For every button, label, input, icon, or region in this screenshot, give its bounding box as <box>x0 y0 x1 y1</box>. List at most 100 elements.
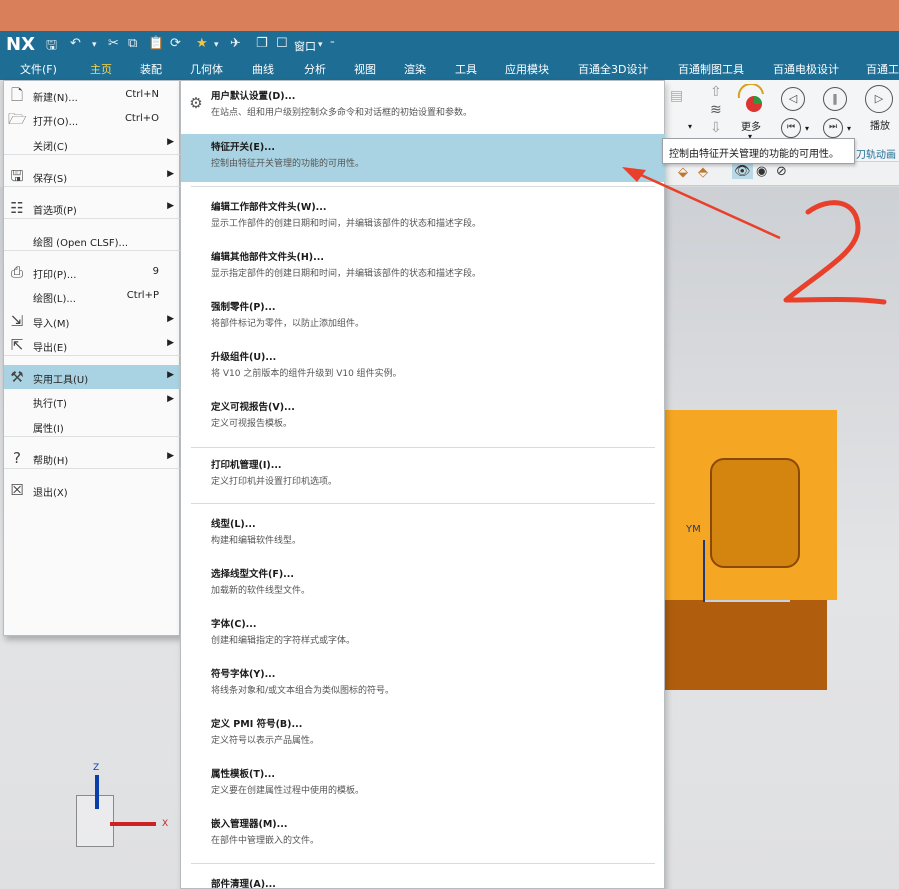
submenu-item[interactable]: 定义可视报告(V)... 定义可视报告模板。 <box>181 394 665 442</box>
submenu-arrow-icon: ▶ <box>167 201 174 211</box>
move-up-icon[interactable]: ⇧ <box>710 84 722 100</box>
customize-toolbar-icon[interactable]: ⁼ <box>330 40 335 50</box>
box-shaded-icon[interactable]: ⬘ <box>698 165 708 180</box>
file-menu-item[interactable]: ⇱ 导出(E) ▶ <box>4 333 180 357</box>
file-menu-item-label: 绘图 (Open CLSF)... <box>33 238 129 249</box>
submenu-arrow-icon: ▶ <box>167 137 174 147</box>
tab-tools[interactable]: 工具 <box>455 61 477 77</box>
submenu-item[interactable]: 符号字体(Y)... 将线条对象和/或文本组合为类似图标的符号。 <box>181 661 665 709</box>
submenu-item[interactable]: 属性模板(T)... 定义要在创建属性过程中使用的模板。 <box>181 761 665 809</box>
pause-icon[interactable]: ‖ <box>823 87 847 111</box>
chevron-down-icon[interactable]: ▾ <box>318 40 323 50</box>
part-axis-y <box>703 540 705 602</box>
window-switch-icon[interactable]: ❐ <box>256 36 268 51</box>
file-menu-item[interactable]: 🖫 保存(S) ▶ <box>4 164 180 188</box>
toolpath-animation-label[interactable]: 刀轨动画 <box>856 146 896 161</box>
submenu-item[interactable]: 定义 PMI 符号(B)... 定义符号以表示产品属性。 <box>181 711 665 759</box>
paste-icon[interactable]: 📋 <box>148 36 164 51</box>
submenu-arrow-icon: ▶ <box>167 394 174 404</box>
submenu-item-title: 部件清理(A)... <box>211 879 276 889</box>
chevron-down-icon[interactable]: ▾ <box>805 124 809 133</box>
chevron-down-icon[interactable]: ▾ <box>688 122 692 131</box>
file-menu-item[interactable]: ⇲ 导入(M) ▶ <box>4 309 180 333</box>
file-menu-item[interactable]: 🗁 打开(O)... Ctrl+O <box>4 107 180 131</box>
part-front-face[interactable] <box>655 600 827 690</box>
chevron-down-icon[interactable]: ▾ <box>847 124 851 133</box>
triad-z-axis <box>95 775 99 809</box>
file-menu-item[interactable]: ☷ 首选项(P) ▶ <box>4 196 180 220</box>
tab-assembly[interactable]: 装配 <box>140 61 162 77</box>
chevron-down-icon[interactable]: ▾ <box>214 40 219 50</box>
cut-icon[interactable]: ✂ <box>108 36 119 51</box>
submenu-item[interactable]: 编辑工作部件文件头(W)... 显示工作部件的创建日期和时间，并编辑该部件的状态和… <box>181 194 665 242</box>
play-label[interactable]: 播放 <box>870 117 890 132</box>
tab-view[interactable]: 视图 <box>354 61 376 77</box>
submenu-item-description: 定义打印机并设置打印机选项。 <box>211 477 338 487</box>
file-menu-item[interactable]: ☒ 退出(X) <box>4 478 180 502</box>
move-down-icon[interactable]: ⇩ <box>710 120 722 136</box>
submenu-item[interactable]: 强制零件(P)... 将部件标记为零件，以防止添加组件。 <box>181 294 665 342</box>
submenu-item[interactable]: 部件清理(A)... <box>181 871 665 889</box>
tab-render[interactable]: 渲染 <box>404 61 426 77</box>
play-icon[interactable]: ▷ <box>865 85 893 113</box>
submenu-arrow-icon: ▶ <box>167 314 174 324</box>
step-back-icon[interactable]: ⏮ <box>781 118 801 138</box>
submenu-item-title: 定义可视报告(V)... <box>211 402 295 413</box>
submenu-item[interactable]: 字体(C)... 创建和编辑指定的字符样式或字体。 <box>181 611 665 659</box>
tab-home[interactable]: 主页 <box>86 61 116 82</box>
tab-file[interactable]: 文件(F) <box>20 61 57 77</box>
file-menu-item[interactable]: ? 帮助(H) ▶ <box>4 446 180 470</box>
touch-mode-icon[interactable]: ✈ <box>230 36 241 51</box>
tab-applications[interactable]: 应用模块 <box>505 61 549 77</box>
save-icon[interactable]: 🖫 <box>46 36 57 58</box>
view-toggle-icon[interactable]: ◉ <box>756 164 767 179</box>
rewind-icon[interactable]: ◁ <box>781 87 805 111</box>
hide-icon[interactable]: ⊘ <box>776 164 787 179</box>
ribbon-tool-icon[interactable]: ▤ <box>670 88 683 104</box>
file-menu-item[interactable]: 🗋 新建(N)... Ctrl+N <box>4 83 180 107</box>
repeat-icon[interactable]: ⟳ <box>170 36 181 51</box>
file-menu-item[interactable]: 绘图 (Open CLSF)... <box>4 228 180 252</box>
file-menu-item[interactable]: 绘图(L)... Ctrl+P <box>4 284 180 308</box>
part-pocket[interactable] <box>710 458 800 568</box>
file-menu-item[interactable]: 属性(I) <box>4 414 180 438</box>
file-menu-item[interactable]: ⎙ 打印(P)... 9 <box>4 260 180 284</box>
submenu-item[interactable]: ⚙ 用户默认设置(D)... 在站点、组和用户级别控制众多命令和对话框的初始设置和参… <box>181 83 665 131</box>
step-forward-icon[interactable]: ⏭ <box>823 118 843 138</box>
submenu-item[interactable]: 编辑其他部件文件头(H)... 显示指定部件的创建日期和时间，并编辑该部件的状态和… <box>181 244 665 292</box>
submenu-item[interactable]: 选择线型文件(F)... 加载新的软件线型文件。 <box>181 561 665 609</box>
more-label[interactable]: 更多 <box>741 118 761 133</box>
undo-icon[interactable]: ↶ <box>70 36 81 51</box>
layers-icon[interactable]: ≋ <box>710 102 722 118</box>
file-menu-item[interactable]: 执行(T) ▶ <box>4 389 180 413</box>
file-menu-item[interactable]: ⚒ 实用工具(U) ▶ <box>4 365 180 389</box>
star-icon[interactable]: ★ <box>196 36 208 51</box>
submenu-item[interactable]: 线型(L)... 构建和编辑软件线型。 <box>181 511 665 559</box>
file-menu-item-label: 实用工具(U) <box>33 375 89 386</box>
submenu-item[interactable]: 升级组件(U)... 将 V10 之前版本的组件升级到 V10 组件实例。 <box>181 344 665 392</box>
title-bar: NX 🖫 ↶ ▾ ✂ ⧉ 📋 ⟳ ★ ▾ ✈ ❐ ☐ 窗口 ▾ ⁼ <box>0 31 899 58</box>
submenu-item[interactable]: 打印机管理(I)... 定义打印机并设置打印机选项。 <box>181 452 665 500</box>
more-gallery-icon[interactable] <box>736 84 766 114</box>
tab-analysis[interactable]: 分析 <box>304 61 326 77</box>
view-triad: Z X <box>76 763 176 850</box>
copy-icon[interactable]: ⧉ <box>128 36 137 51</box>
chevron-down-icon[interactable]: ▾ <box>92 40 97 50</box>
submenu-item[interactable]: 嵌入管理器(M)... 在部件中管理嵌入的文件。 <box>181 811 665 859</box>
box-view-icon[interactable]: ⬙ <box>678 165 688 180</box>
tab-baitong-3d[interactable]: 百通全3D设计 <box>578 61 648 77</box>
tab-curve[interactable]: 曲线 <box>252 61 274 77</box>
tab-baitong-tools[interactable]: 百通工 <box>866 61 899 77</box>
submenu-item-description: 创建和编辑指定的字符样式或字体。 <box>211 636 356 646</box>
help-icon: ? <box>13 449 21 467</box>
window-menu[interactable]: 窗口 <box>294 38 316 54</box>
window-icon[interactable]: ☐ <box>276 36 288 51</box>
tab-baitong-drafting[interactable]: 百通制图工具 <box>678 61 744 77</box>
file-menu-item[interactable]: 关闭(C) ▶ <box>4 132 180 156</box>
submenu-item[interactable]: 特征开关(E)... 控制由特征开关管理的功能的可用性。 <box>181 134 665 182</box>
tab-baitong-electrode[interactable]: 百通电极设计 <box>773 61 839 77</box>
tab-geometry[interactable]: 几何体 <box>190 61 223 77</box>
submenu-item-title: 符号字体(Y)... <box>211 669 276 680</box>
show-hide-icon[interactable]: 👁 <box>732 164 753 179</box>
submenu-item-description: 将部件标记为零件，以防止添加组件。 <box>211 319 365 329</box>
